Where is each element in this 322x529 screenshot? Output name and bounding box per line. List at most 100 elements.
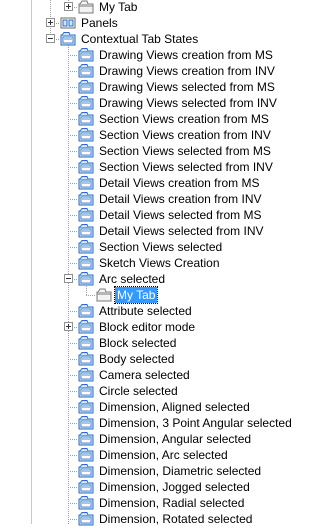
tree-node-detail-views-creation-from-ms[interactable]: Detail Views creation from MS (0, 175, 322, 191)
tree-node-section-views-selected[interactable]: Section Views selected (0, 239, 322, 255)
tab-folder-icon (78, 0, 94, 14)
tree-node-label: Arc selected (99, 272, 166, 286)
tree-node-drawing-views-selected-from-ms[interactable]: Drawing Views selected from MS (0, 79, 322, 95)
tree-branch-line (68, 391, 77, 392)
tree-node-attribute-selected[interactable]: Attribute selected (0, 303, 322, 319)
tree-node-section-views-creation-from-ms[interactable]: Section Views creation from MS (0, 111, 322, 127)
tree-node-section-views-selected-from-ms[interactable]: Section Views selected from MS (0, 143, 322, 159)
tree-node-label: Detail Views creation from INV (99, 192, 262, 206)
tree-node-dimension-jogged-selected[interactable]: Dimension, Jogged selected (0, 479, 322, 495)
contextual-state-icon (78, 368, 94, 382)
tree-node-circle-selected[interactable]: Circle selected (0, 383, 322, 399)
tree-node-dimension-diametric-selected[interactable]: Dimension, Diametric selected (0, 463, 322, 479)
collapse-icon[interactable] (46, 34, 55, 43)
tree-node-label: Section Views selected from MS (99, 144, 271, 158)
customization-tree[interactable]: My Tab Panels Contextual Tab States Drawing… (0, 0, 322, 527)
contextual-state-icon (78, 160, 94, 174)
contextual-state-icon (78, 336, 94, 350)
panels-icon (60, 16, 76, 30)
tree-node-label: Detail Views selected from MS (99, 208, 262, 222)
tree-branch-line (68, 167, 77, 168)
tree-branch-line (68, 119, 77, 120)
contextual-state-icon (78, 192, 94, 206)
tree-node-label: My Tab (99, 0, 138, 14)
tree-branch-line (68, 231, 77, 232)
tree-branch-line (68, 215, 77, 216)
contextual-state-icon (78, 128, 94, 142)
contextual-state-icon (78, 384, 94, 398)
expand-icon[interactable] (64, 322, 73, 331)
tree-node-detail-views-selected-from-inv[interactable]: Detail Views selected from INV (0, 223, 322, 239)
contextual-tab-states-icon (60, 32, 76, 46)
collapse-icon[interactable] (64, 274, 73, 283)
tree-node-label: Drawing Views creation from MS (99, 48, 273, 62)
contextual-state-icon (78, 144, 94, 158)
tree-node-sketch-views-creation[interactable]: Sketch Views Creation (0, 255, 322, 271)
expand-icon[interactable] (46, 18, 55, 27)
tree-node-label: Block editor mode (99, 320, 196, 334)
tree-node-label: My Tab (113, 286, 159, 304)
tree-branch-line (68, 519, 77, 520)
tree-node-my-tab[interactable]: My Tab (0, 286, 322, 304)
tree-node-body-selected[interactable]: Body selected (0, 351, 322, 367)
tree-node-label: Dimension, Aligned selected (99, 400, 250, 414)
contextual-state-icon (78, 464, 94, 478)
contextual-state-icon (78, 480, 94, 494)
tree-branch-line (68, 263, 77, 264)
tree-node-label: Section Views selected (99, 240, 223, 254)
tree-node-section-views-creation-from-inv[interactable]: Section Views creation from INV (0, 127, 322, 143)
contextual-state-icon (78, 496, 94, 510)
tree-node-label: Dimension, 3 Point Angular selected (99, 416, 292, 430)
tree-node-label: Section Views selected from INV (99, 160, 273, 174)
expand-icon[interactable] (64, 2, 73, 11)
tree-branch-line (68, 503, 77, 504)
tree-branch-line (68, 471, 77, 472)
tree-branch-line (68, 103, 77, 104)
tree-node-camera-selected[interactable]: Camera selected (0, 367, 322, 383)
contextual-state-icon (78, 448, 94, 462)
tree-node-detail-views-creation-from-inv[interactable]: Detail Views creation from INV (0, 191, 322, 207)
tree-node-panels[interactable]: Panels (0, 15, 322, 31)
tree-node-label: Panels (81, 16, 118, 30)
tree-node-label: Dimension, Radial selected (99, 496, 245, 510)
tree-branch-line (68, 311, 77, 312)
tree-branch-line (68, 151, 77, 152)
contextual-state-icon (78, 112, 94, 126)
tree-node-label: Section Views creation from INV (99, 128, 271, 142)
tree-node-dimension-angular-selected[interactable]: Dimension, Angular selected (0, 431, 322, 447)
tree-node-dimension-aligned-selected[interactable]: Dimension, Aligned selected (0, 399, 322, 415)
tree-node-label: Body selected (99, 352, 175, 366)
contextual-state-icon (78, 80, 94, 94)
tree-node-label: Section Views creation from MS (99, 112, 269, 126)
contextual-state-icon (78, 304, 94, 318)
tree-branch-line (68, 71, 77, 72)
tree-node-label: Detail Views selected from INV (99, 224, 264, 238)
tree-node-label: Dimension, Jogged selected (99, 480, 250, 494)
tree-branch-line (68, 487, 77, 488)
tree-node-label: Contextual Tab States (81, 32, 199, 46)
tree-branch-line (68, 407, 77, 408)
tree-node-drawing-views-creation-from-inv[interactable]: Drawing Views creation from INV (0, 63, 322, 79)
tree-node-section-views-selected-from-inv[interactable]: Section Views selected from INV (0, 159, 322, 175)
tree-node-block-selected[interactable]: Block selected (0, 335, 322, 351)
tree-node-detail-views-selected-from-ms[interactable]: Detail Views selected from MS (0, 207, 322, 223)
contextual-state-icon (78, 400, 94, 414)
tree-node-drawing-views-selected-from-inv[interactable]: Drawing Views selected from INV (0, 95, 322, 111)
tree-node-label: Circle selected (99, 384, 178, 398)
contextual-state-icon (78, 208, 94, 222)
tree-node-dimension-rotated-selected[interactable]: Dimension, Rotated selected (0, 511, 322, 527)
tree-node-dimension-arc-selected[interactable]: Dimension, Arc selected (0, 447, 322, 463)
contextual-state-icon (78, 224, 94, 238)
tree-node-dimension-radial-selected[interactable]: Dimension, Radial selected (0, 495, 322, 511)
tree-node-arc-selected[interactable]: Arc selected (0, 271, 322, 287)
tree-node-dimension-3-point-angular-selected[interactable]: Dimension, 3 Point Angular selected (0, 415, 322, 431)
tree-node-my-tab[interactable]: My Tab (0, 0, 322, 15)
tree-node-drawing-views-creation-from-ms[interactable]: Drawing Views creation from MS (0, 47, 322, 63)
contextual-state-icon (78, 256, 94, 270)
tree-node-block-editor-mode[interactable]: Block editor mode (0, 319, 322, 335)
tree-node-contextual-tab-states[interactable]: Contextual Tab States (0, 31, 322, 47)
tree-node-label: Drawing Views selected from INV (99, 96, 277, 110)
tree-node-label: Dimension, Angular selected (99, 432, 252, 446)
tree-branch-line (68, 183, 77, 184)
contextual-state-icon (78, 240, 94, 254)
